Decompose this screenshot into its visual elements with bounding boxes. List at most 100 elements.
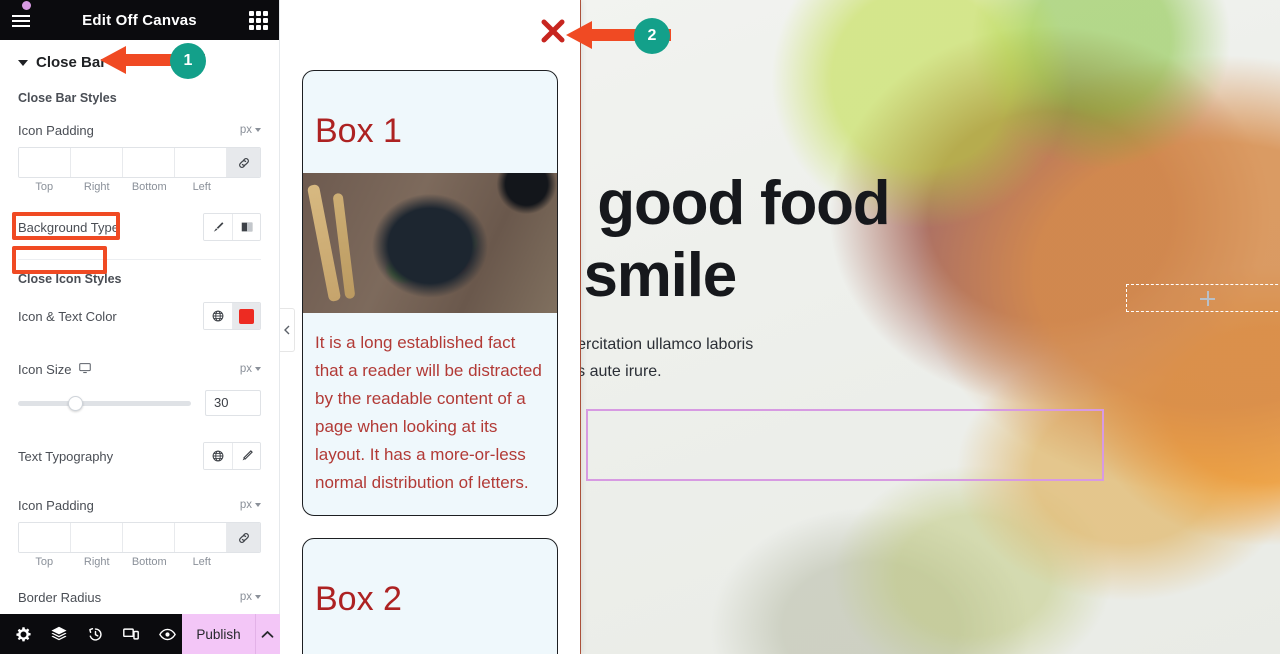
color-swatch-chip (239, 308, 254, 324)
color-swatch[interactable] (232, 303, 260, 329)
preview-eye-icon[interactable] (152, 619, 182, 649)
chevron-down-icon (255, 367, 261, 371)
editor-controls-scroll[interactable]: Close Bar Close Bar Styles Icon Padding … (0, 40, 279, 614)
chevron-down-icon (255, 503, 261, 507)
icon-size-input[interactable]: 30 (205, 390, 261, 416)
publish-button[interactable]: Publish (182, 614, 255, 654)
dimensions-input-group (18, 522, 261, 553)
card-heading: Box 1 (315, 112, 402, 150)
navigator-layers-icon[interactable] (44, 619, 74, 649)
unit-selector[interactable]: px (240, 499, 261, 511)
control-label-text: Icon Size (18, 361, 72, 377)
gradient-icon[interactable] (232, 214, 260, 240)
control-icon-padding-2: Icon Padding px (0, 490, 279, 518)
control-border-radius: Border Radius px (0, 582, 279, 610)
label-right: Right (83, 181, 110, 193)
unit-selector[interactable]: px (240, 124, 261, 136)
section-title: Close Bar (36, 54, 107, 71)
chevron-up-icon[interactable] (254, 614, 280, 654)
label-right: Right (83, 556, 110, 568)
typography-buttons (203, 442, 261, 470)
label-bottom: Bottom (131, 181, 167, 193)
control-label: Icon Padding (18, 122, 94, 138)
padding-bottom-input[interactable] (123, 148, 175, 177)
padding-left-input[interactable] (175, 148, 227, 177)
site-hero-heading-line1: e good food (548, 169, 891, 238)
unit-selector[interactable]: px (240, 591, 261, 603)
responsive-devices-icon[interactable] (116, 619, 146, 649)
dimension-side-labels: Top Right Bottom Left (18, 556, 261, 568)
offcanvas-panel: Box 1 It is a long established fact that… (280, 0, 580, 654)
annotation-badge-2: 2 (634, 18, 670, 54)
control-label: Icon & Text Color (18, 308, 117, 324)
link-icon[interactable] (227, 148, 260, 177)
control-label: Text Typography (18, 448, 114, 464)
settings-gear-icon[interactable] (8, 619, 38, 649)
dimension-side-labels: Top Right Bottom Left (18, 181, 261, 193)
plus-icon[interactable] (1200, 291, 1215, 306)
desktop-icon[interactable] (78, 361, 92, 378)
content-card-box1[interactable]: Box 1 It is a long established fact that… (302, 70, 558, 516)
card-body-text: It is a long established fact that a rea… (315, 333, 542, 492)
icon-size-slider[interactable] (18, 395, 191, 411)
notification-dot (22, 1, 31, 10)
globe-icon[interactable] (204, 443, 232, 469)
control-icon-size: Icon Size px (0, 354, 279, 382)
background-type-buttons (203, 213, 261, 241)
padding-bottom-input[interactable] (123, 523, 175, 552)
control-icon-text-color: Icon & Text Color (0, 296, 279, 334)
group-title-close-bar-styles: Close Bar Styles (18, 91, 117, 105)
padding-top-input[interactable] (19, 523, 71, 552)
label-top: Top (35, 181, 54, 193)
close-x-icon[interactable] (536, 14, 570, 48)
label-left: Left (192, 181, 211, 193)
panel-collapse-handle[interactable] (279, 308, 295, 352)
unit-selector[interactable]: px (240, 363, 261, 375)
hamburger-icon[interactable] (10, 8, 34, 32)
caret-down-icon (18, 59, 28, 66)
icon-text-color-buttons (203, 302, 261, 330)
element-selection-outline[interactable] (586, 409, 1104, 481)
food-plate-photo (303, 173, 557, 313)
unit-label: px (239, 499, 252, 511)
unit-label: px (239, 363, 252, 375)
pencil-icon[interactable] (232, 443, 260, 469)
unit-label: px (239, 591, 252, 603)
label-bottom: Bottom (131, 556, 167, 568)
control-background-type: Background Type (0, 207, 279, 245)
dimensions-input-group (18, 147, 261, 178)
icon-size-slider-row: 30 (0, 382, 279, 416)
site-hero: e good food t smile ud exercitation ulla… (538, 168, 980, 384)
offcanvas-content: Box 1 It is a long established fact that… (280, 70, 580, 654)
globe-icon[interactable] (204, 303, 232, 329)
bottom-bar-icons (0, 619, 182, 649)
grid-apps-icon[interactable] (249, 11, 268, 30)
editor-header: Edit Off Canvas (0, 0, 279, 40)
editor-screen: e good food t smile ud exercitation ulla… (0, 0, 1280, 654)
chevron-down-icon (255, 595, 261, 599)
content-card-box2[interactable]: Box 2 (302, 538, 558, 654)
control-text-typography: Text Typography (0, 436, 279, 474)
brush-icon[interactable] (204, 214, 232, 240)
padding-top-input[interactable] (19, 148, 71, 177)
page-title: Edit Off Canvas (82, 11, 197, 29)
chevron-left-icon (283, 325, 289, 335)
control-label: Border Radius (18, 589, 102, 605)
label-top: Top (35, 556, 54, 568)
padding-left-input[interactable] (175, 523, 227, 552)
slider-thumb[interactable] (68, 395, 84, 411)
offcanvas-edge-line (580, 0, 581, 654)
annotation-badge-1: 1 (170, 43, 206, 79)
padding-right-input[interactable] (71, 148, 123, 177)
control-label: Icon Size (18, 361, 92, 378)
annotation-number: 1 (170, 43, 206, 79)
group-title-close-icon-styles: Close Icon Styles (18, 272, 122, 286)
history-clock-icon[interactable] (80, 619, 110, 649)
editor-bottom-bar: Publish (0, 614, 280, 654)
annotation-number: 2 (634, 18, 670, 54)
site-hero-paragraph-line2: quat is aute irure. (538, 363, 662, 380)
padding-right-input[interactable] (71, 523, 123, 552)
label-left: Left (192, 556, 211, 568)
card-heading: Box 2 (315, 580, 402, 618)
link-icon[interactable] (227, 523, 260, 552)
